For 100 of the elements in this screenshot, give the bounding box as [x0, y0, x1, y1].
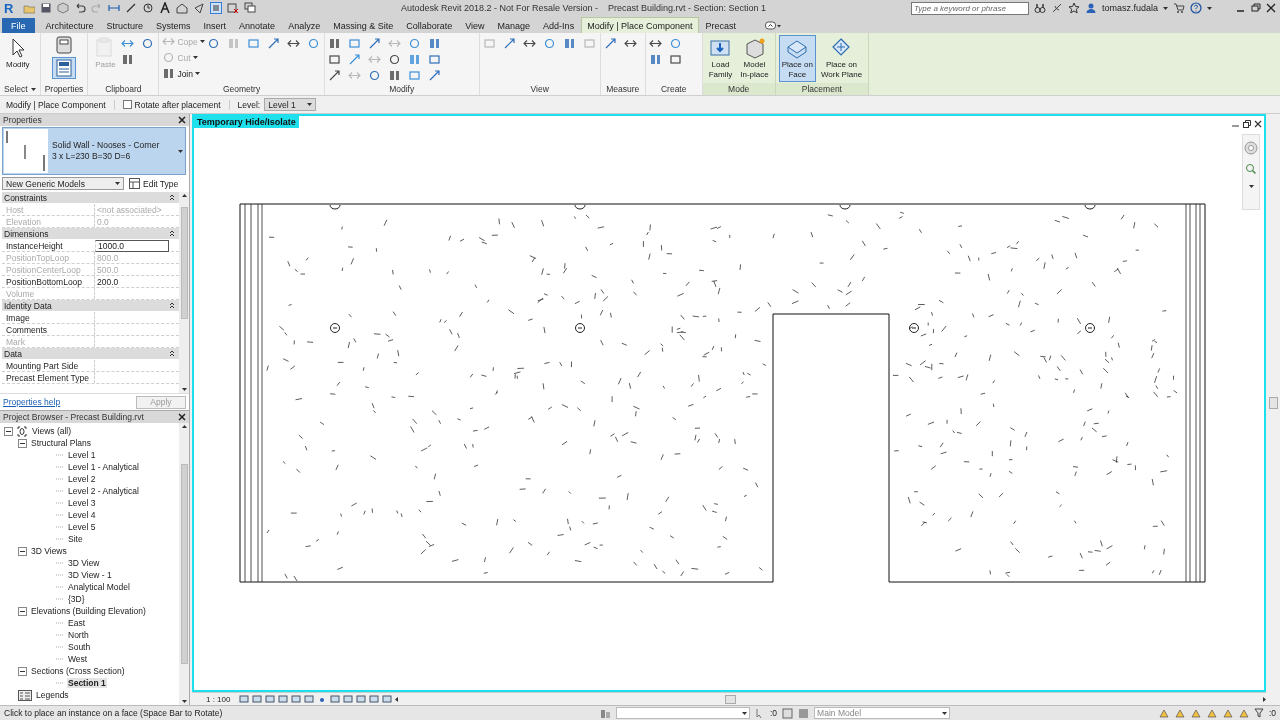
- tool-icon[interactable]: [603, 37, 617, 50]
- tree-item[interactable]: Views (all): [31, 426, 73, 436]
- tree-item[interactable]: Section 1: [67, 678, 107, 688]
- crop-view-icon[interactable]: [291, 694, 301, 704]
- underlay-select-icon[interactable]: [1173, 707, 1185, 719]
- app-logo[interactable]: R: [4, 0, 18, 16]
- ribbon-tab[interactable]: Annotate: [233, 17, 282, 33]
- crop-region-icon[interactable]: [304, 694, 314, 704]
- user-name[interactable]: tomasz.fudala: [1101, 3, 1158, 13]
- ribbon-button[interactable]: Place on Face: [778, 35, 816, 82]
- tree-item[interactable]: {3D}: [67, 594, 86, 604]
- editable-icon[interactable]: [782, 707, 794, 719]
- reveal-icon[interactable]: [356, 694, 366, 704]
- search-field[interactable]: Type a keyword or phrase: [910, 1, 1029, 15]
- tool-icon[interactable]: [502, 37, 516, 50]
- zoom-icon[interactable]: [1245, 163, 1257, 177]
- house-icon[interactable]: [176, 2, 188, 14]
- ribbon-button[interactable]: Load Family: [705, 35, 736, 82]
- ribbon-tab[interactable]: View: [459, 17, 491, 33]
- close-views-icon[interactable]: [227, 2, 239, 14]
- caret-icon[interactable]: [30, 87, 36, 91]
- tool-icon[interactable]: [367, 69, 381, 82]
- collapse-toggle-icon[interactable]: [18, 666, 27, 676]
- group-title[interactable]: Dimensions: [4, 228, 49, 239]
- collapse-icon[interactable]: [169, 350, 175, 357]
- collapse-toggle-icon[interactable]: [18, 606, 27, 616]
- text-tool-icon[interactable]: [159, 2, 171, 14]
- group-title[interactable]: Data: [4, 348, 22, 359]
- ribbon-button[interactable]: Place on Work Plane: [817, 35, 866, 82]
- sun-path-icon[interactable]: [265, 694, 275, 704]
- tool-icon[interactable]: [327, 69, 341, 82]
- caret-icon[interactable]: [1163, 6, 1168, 10]
- tool-icon[interactable]: [522, 37, 536, 50]
- tree-item[interactable]: Legends: [35, 690, 70, 700]
- tool-icon[interactable]: [141, 37, 155, 50]
- ribbon-tab[interactable]: Insert: [197, 17, 233, 33]
- ribbon-tab[interactable]: Collaborate: [400, 17, 459, 33]
- ribbon-tab[interactable]: Manage: [491, 17, 537, 33]
- hide-icon[interactable]: [330, 694, 340, 704]
- tree-item[interactable]: Level 1: [67, 450, 97, 460]
- tree-item[interactable]: Level 5: [67, 522, 97, 532]
- ribbon-button[interactable]: Model In-place: [737, 35, 772, 82]
- caret-icon[interactable]: [194, 72, 200, 75]
- scroll-down-icon[interactable]: [181, 700, 187, 703]
- pointer-icon[interactable]: [193, 2, 205, 14]
- type-selector[interactable]: Solid Wall - Nooses - Corner 3 x L=230 B=30 D=6: [2, 127, 186, 175]
- tree-item[interactable]: North: [67, 630, 90, 640]
- scroll-up-icon[interactable]: [181, 425, 187, 428]
- switch-windows-icon[interactable]: [244, 2, 256, 14]
- link-select-icon[interactable]: [1157, 707, 1169, 719]
- tool-button[interactable]: Join: [162, 67, 205, 80]
- cube-icon[interactable]: [57, 2, 69, 14]
- tree-item[interactable]: East: [67, 618, 86, 628]
- view-scale[interactable]: 1 : 100: [206, 694, 236, 704]
- group-header-bar[interactable]: Constraints: [2, 192, 179, 204]
- filter-icon[interactable]: [1253, 708, 1264, 718]
- collapse-icon[interactable]: [169, 302, 175, 309]
- visual-style-icon[interactable]: [252, 694, 262, 704]
- close-icon[interactable]: [1254, 120, 1262, 128]
- checkbox-label[interactable]: Rotate after placement: [134, 99, 221, 110]
- value-field[interactable]: 1000.0: [95, 240, 169, 252]
- restore-icon[interactable]: [1251, 3, 1261, 13]
- tree-item[interactable]: Analytical Model: [67, 582, 131, 592]
- scroll-down-icon[interactable]: [181, 388, 187, 391]
- analytical-icon[interactable]: [369, 694, 379, 704]
- group-header-bar[interactable]: Identity Data: [2, 300, 179, 312]
- scroll-left-icon[interactable]: [395, 696, 398, 702]
- ribbon-tab[interactable]: Massing & Site: [327, 17, 400, 33]
- design-option-dropdown[interactable]: Main Model: [814, 707, 951, 719]
- tool-icon[interactable]: [623, 37, 637, 50]
- group-header-bar[interactable]: Dimensions: [2, 228, 179, 240]
- collapse-toggle-icon[interactable]: [18, 546, 27, 556]
- tool-icon[interactable]: [286, 37, 300, 50]
- caret-icon[interactable]: [1207, 6, 1212, 10]
- design-options-icon[interactable]: [798, 707, 810, 719]
- ribbon-button[interactable]: Modify: [3, 35, 33, 72]
- caret-icon[interactable]: [1248, 185, 1254, 188]
- tree-item[interactable]: South: [67, 642, 92, 652]
- temporary-hide-icon[interactable]: [343, 694, 353, 704]
- properties-button[interactable]: [52, 57, 76, 79]
- ribbon-tab[interactable]: Analyze: [282, 17, 327, 33]
- tree-item[interactable]: Level 2: [67, 474, 97, 484]
- tree-item[interactable]: 3D Views: [30, 546, 68, 556]
- tree-item[interactable]: Level 1 - Analytical: [67, 462, 140, 472]
- clock-icon[interactable]: [142, 2, 154, 14]
- close-icon[interactable]: [178, 413, 186, 421]
- scroll-up-icon[interactable]: [181, 194, 187, 197]
- tree-item[interactable]: Sections (Cross Section): [30, 666, 126, 676]
- checkbox[interactable]: [122, 100, 132, 109]
- thin-lines-icon[interactable]: [210, 2, 222, 14]
- tool-icon[interactable]: [266, 37, 280, 50]
- ribbon-tab[interactable]: Precast: [699, 17, 743, 33]
- tree-item[interactable]: Site: [67, 534, 84, 544]
- tree-item[interactable]: 3D View - 1: [67, 570, 113, 580]
- property-value[interactable]: 200.0: [94, 276, 170, 287]
- measure-icon[interactable]: [125, 2, 137, 14]
- undo-icon[interactable]: [74, 2, 86, 14]
- highlight-icon[interactable]: [382, 694, 392, 704]
- minimize-ribbon-icon[interactable]: [765, 20, 782, 30]
- steering-wheel-icon[interactable]: [1244, 141, 1258, 155]
